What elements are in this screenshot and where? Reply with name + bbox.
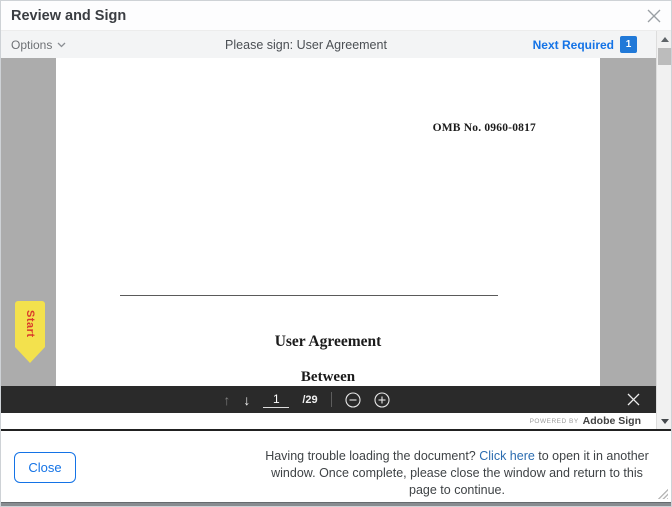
- omb-number: OMB No. 0960-0817: [432, 122, 536, 134]
- footer-panel: Close Having trouble loading the documen…: [1, 431, 671, 502]
- click-here-link[interactable]: Click here: [479, 449, 535, 463]
- help-text-line2: Once complete, please close the window a…: [319, 466, 643, 497]
- scrollbar-thumb[interactable]: [658, 48, 671, 65]
- zoom-in-icon[interactable]: [374, 391, 390, 408]
- document-divider-line: [120, 295, 498, 296]
- close-icon[interactable]: [643, 5, 665, 27]
- toolbar-divider: [330, 392, 332, 407]
- help-text: Having trouble loading the document? Cli…: [256, 448, 658, 499]
- close-button[interactable]: Close: [14, 452, 76, 483]
- page-total: /29: [302, 393, 318, 406]
- scrollbar-up-icon[interactable]: [657, 32, 671, 46]
- pdf-toolbar-close-icon[interactable]: [627, 393, 640, 406]
- pdf-toolbar: ↑ ↓ 1 /29: [1, 386, 656, 413]
- brand-name: Adobe Sign: [582, 415, 641, 427]
- dialog-header: Review and Sign: [1, 1, 671, 31]
- window-bottom-edge: [1, 502, 671, 506]
- start-tag[interactable]: Start: [15, 301, 45, 363]
- document-viewer: OMB No. 0960-0817 User Agreement Between…: [1, 58, 656, 386]
- next-required-button[interactable]: Next Required 1: [533, 31, 637, 58]
- resize-grip[interactable]: [657, 488, 668, 499]
- zoom-out-icon[interactable]: [345, 391, 361, 408]
- document-page: OMB No. 0960-0817 User Agreement Between: [56, 58, 600, 386]
- previous-page-icon[interactable]: ↑: [223, 393, 230, 407]
- next-page-icon[interactable]: ↓: [243, 393, 250, 407]
- start-tag-arrow-icon: [15, 347, 45, 363]
- start-tag-label: Start: [24, 310, 36, 338]
- branding-strip: POWERED BY Adobe Sign: [1, 413, 656, 429]
- pdf-controls: ↑ ↓ 1 /29: [1, 386, 634, 413]
- page-number-input[interactable]: 1: [263, 392, 290, 408]
- sign-toolbar: Options Please sign: User Agreement Next…: [1, 31, 671, 58]
- powered-by-badge: POWERED BY Adobe Sign: [530, 413, 641, 429]
- please-sign-message: Please sign: User Agreement: [225, 37, 387, 52]
- next-required-label: Next Required: [532, 37, 614, 52]
- document-subtitle: Between: [300, 369, 356, 385]
- document-title: User Agreement: [274, 333, 382, 350]
- powered-by-label: POWERED BY: [529, 417, 579, 425]
- next-required-count-badge: 1: [620, 36, 637, 53]
- help-text-line1-pre: Having trouble loading the document?: [265, 449, 480, 463]
- vertical-scrollbar[interactable]: [656, 31, 671, 429]
- review-and-sign-dialog: Review and Sign Options Please sign: Use…: [0, 0, 672, 507]
- scrollbar-down-icon[interactable]: [657, 414, 671, 428]
- start-tag-body: Start: [15, 301, 45, 347]
- dialog-title: Review and Sign: [11, 8, 127, 24]
